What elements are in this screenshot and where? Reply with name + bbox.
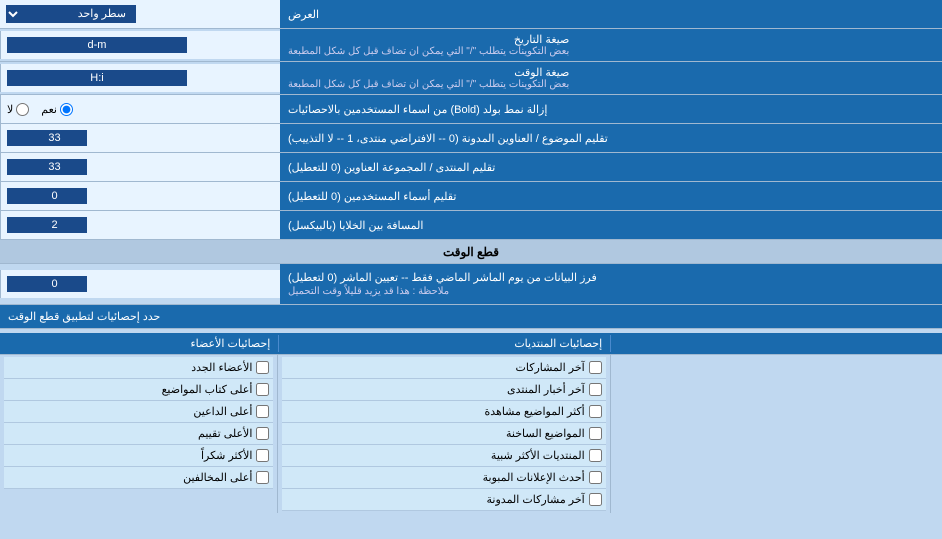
cb-forums-col: آخر المشاركات آخر أخبار المنتدى أكثر الم… [278,355,610,513]
snapshot-label: فرز البيانات من يوم الماشر الماضي فقط --… [280,264,942,304]
forum-trim-row: تقليم المنتدى / المجموعة العناوين (0 للت… [0,153,942,182]
forum-trim-input-wrapper [0,153,280,181]
time-format-label: صيغة الوقت بعض التكوينات يتطلب "/" التي … [280,62,942,94]
cb-forum-1-check[interactable] [589,383,602,396]
cb-item-member-5: أعلى المخالفين [4,467,273,489]
time-format-input[interactable] [7,70,187,86]
date-format-input[interactable] [7,37,187,53]
user-trim-label: تقليم أسماء المستخدمين (0 للتعطيل) [280,182,942,210]
date-format-label: صيغة التاريخ بعض التكوينات يتطلب "/" الت… [280,29,942,61]
snapshot-input[interactable] [7,276,87,292]
cb-item-member-0: الأعضاء الجدد [4,357,273,379]
title-trim-input-wrapper [0,124,280,152]
cb-item-forum-1: آخر أخبار المنتدى [282,379,605,401]
cb-header-forums: إحصائيات المنتديات [279,335,611,352]
time-format-input-wrapper [0,64,280,92]
cell-spacing-row: المسافة بين الخلايا (بالبيكسل) [0,211,942,240]
cb-forum-0-check[interactable] [589,361,602,374]
snapshot-input-wrapper [0,270,280,298]
display-row: العرض سطر واحد سطرين ثلاثة أسطر [0,0,942,29]
cb-item-forum-6: آخر مشاركات المدونة [282,489,605,511]
cb-item-forum-0: آخر المشاركات [282,357,605,379]
time-format-row: صيغة الوقت بعض التكوينات يتطلب "/" التي … [0,62,942,95]
bold-remove-row: إزالة نمط بولد (Bold) من اسماء المستخدمي… [0,95,942,124]
display-select[interactable]: سطر واحد سطرين ثلاثة أسطر [6,5,136,23]
cb-item-member-4: الأكثر شكراً [4,445,273,467]
cb-member-3-check[interactable] [256,427,269,440]
title-trim-input[interactable] [7,130,87,146]
cb-item-member-1: أعلى كتاب المواضيع [4,379,273,401]
cb-forum-6-check[interactable] [589,493,602,506]
cb-forum-3-check[interactable] [589,427,602,440]
cell-spacing-input[interactable] [7,217,87,233]
cb-forum-5-check[interactable] [589,471,602,484]
date-format-input-wrapper [0,31,280,59]
bold-remove-radio-wrapper: نعم لا [0,95,280,123]
cb-forum-4-check[interactable] [589,449,602,462]
snapshot-row: فرز البيانات من يوم الماشر الماضي فقط --… [0,264,942,305]
forum-trim-label: تقليم المنتدى / المجموعة العناوين (0 للت… [280,153,942,181]
checkboxes-header: إحصائيات المنتديات إحصائيات الأعضاء [0,333,942,355]
cb-empty-col [611,355,942,513]
cb-members-col: الأعضاء الجدد أعلى كتاب المواضيع أعلى ال… [0,355,278,513]
cb-forum-2-check[interactable] [589,405,602,418]
user-trim-input-wrapper [0,182,280,210]
cb-item-forum-4: المنتديات الأكثر شبية [282,445,605,467]
display-select-wrapper: سطر واحد سطرين ثلاثة أسطر [0,0,280,28]
bold-no-radio[interactable] [16,103,29,116]
cb-member-5-check[interactable] [256,471,269,484]
user-trim-row: تقليم أسماء المستخدمين (0 للتعطيل) [0,182,942,211]
cb-member-4-check[interactable] [256,449,269,462]
cb-member-1-check[interactable] [256,383,269,396]
checkboxes-section: إحصائيات المنتديات إحصائيات الأعضاء آخر … [0,329,942,517]
title-trim-row: تقليم الموضوع / العناوين المدونة (0 -- ا… [0,124,942,153]
cb-item-forum-2: أكثر المواضيع مشاهدة [282,401,605,423]
cb-header-members: إحصائيات الأعضاء [0,335,279,352]
main-container: العرض سطر واحد سطرين ثلاثة أسطر صيغة الت… [0,0,942,517]
cb-item-member-3: الأعلى تقييم [4,423,273,445]
bold-yes-label: نعم [41,103,73,116]
forum-trim-input[interactable] [7,159,87,175]
cb-item-member-2: أعلى الداعين [4,401,273,423]
cb-header-empty [611,342,942,346]
bold-no-label: لا [7,103,29,116]
cb-member-2-check[interactable] [256,405,269,418]
title-trim-label: تقليم الموضوع / العناوين المدونة (0 -- ا… [280,124,942,152]
cb-member-0-check[interactable] [256,361,269,374]
checkboxes-body: آخر المشاركات آخر أخبار المنتدى أكثر الم… [0,355,942,513]
cell-spacing-input-wrapper [0,211,280,239]
cb-item-forum-3: المواضيع الساخنة [282,423,605,445]
bold-yes-radio[interactable] [60,103,73,116]
apply-label-row: حدد إحصائيات لتطبيق قطع الوقت [0,305,942,329]
display-label: العرض [280,0,942,28]
snapshot-section-header: قطع الوقت [0,240,942,264]
date-format-row: صيغة التاريخ بعض التكوينات يتطلب "/" الت… [0,29,942,62]
bold-remove-label: إزالة نمط بولد (Bold) من اسماء المستخدمي… [280,95,942,123]
user-trim-input[interactable] [7,188,87,204]
cb-item-forum-5: أحدث الإعلانات المبوبة [282,467,605,489]
cell-spacing-label: المسافة بين الخلايا (بالبيكسل) [280,211,942,239]
